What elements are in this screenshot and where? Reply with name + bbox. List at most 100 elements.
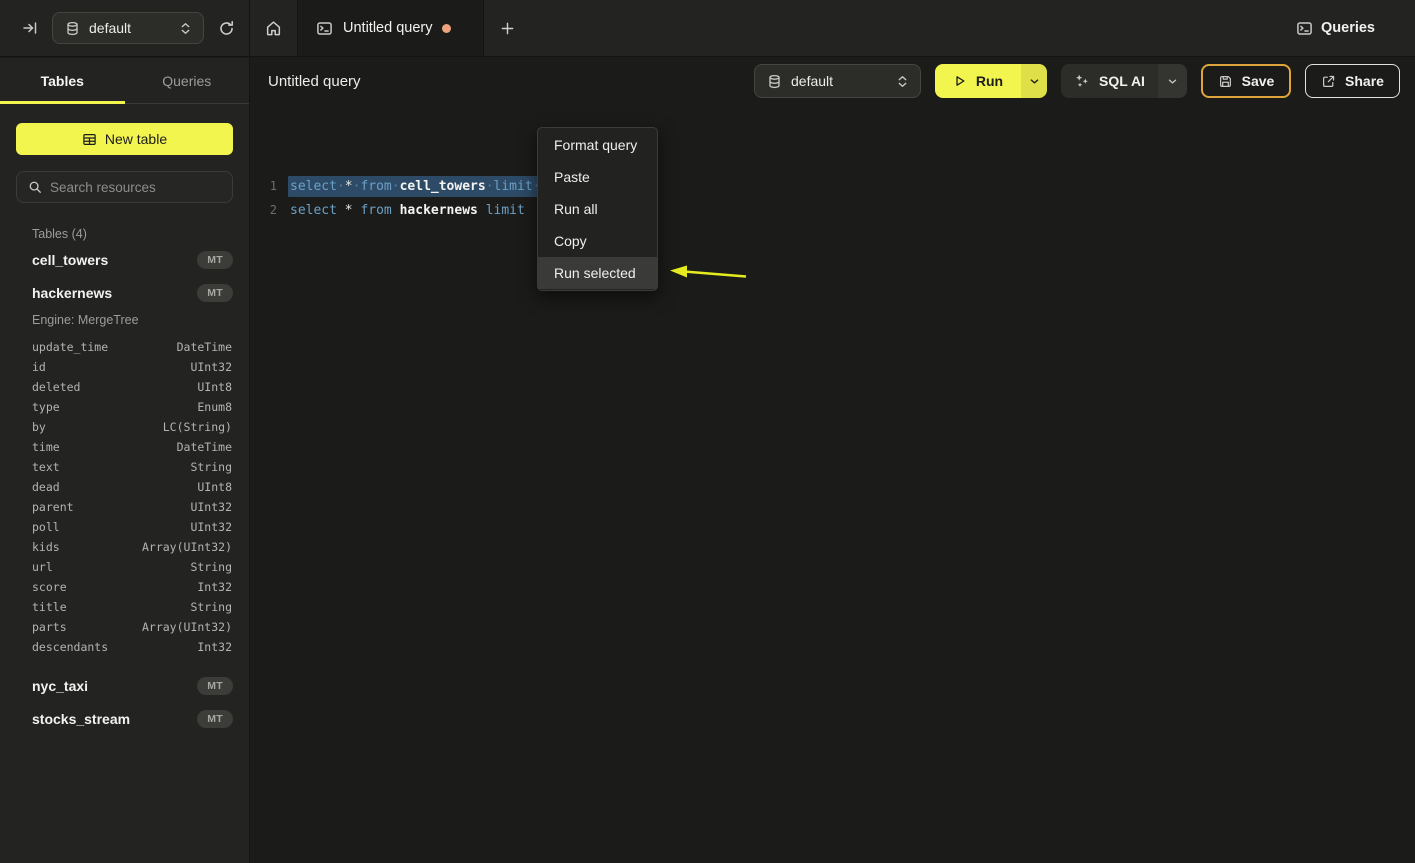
table-row[interactable]: stocks_streamMT — [0, 702, 249, 735]
token-plain: * — [345, 179, 353, 194]
token-sp — [478, 203, 486, 218]
chevron-updown-icon — [897, 75, 908, 88]
column-name: type — [32, 400, 197, 414]
table-row[interactable]: hackernewsMT — [0, 276, 249, 309]
home-tab-button[interactable] — [250, 0, 297, 56]
context-menu-item[interactable]: Run selected — [538, 257, 657, 289]
column-type: LC(String) — [163, 420, 232, 434]
terminal-icon — [316, 20, 333, 37]
column-row: update_timeDateTime — [0, 337, 249, 357]
column-type: UInt8 — [197, 380, 232, 394]
sql-ai-button-group: SQL AI — [1061, 64, 1187, 98]
run-button-label: Run — [976, 73, 1003, 89]
query-tab-title: Untitled query — [343, 20, 432, 36]
database-icon — [767, 74, 782, 89]
token-dot: · — [486, 179, 494, 194]
engine-badge: MT — [197, 677, 233, 695]
column-type: Enum8 — [197, 400, 232, 414]
column-type: Array(UInt32) — [142, 540, 232, 554]
token-kw: from — [360, 203, 391, 218]
run-button[interactable]: Run — [935, 64, 1021, 98]
token-sp — [392, 203, 400, 218]
query-tab[interactable]: Untitled query — [297, 0, 484, 56]
share-icon — [1321, 74, 1336, 89]
save-button[interactable]: Save — [1201, 64, 1291, 98]
column-row: descendantsInt32 — [0, 637, 249, 657]
context-menu: Format queryPasteRun allCopyRun selected — [537, 127, 658, 291]
run-options-dropdown[interactable] — [1021, 64, 1047, 98]
code-line[interactable]: 2select * from hackernews limit — [251, 198, 1415, 222]
queries-icon — [1296, 20, 1313, 37]
column-row: idUInt32 — [0, 357, 249, 377]
table-name: nyc_taxi — [32, 678, 197, 694]
query-title: Untitled query — [268, 73, 754, 90]
column-type: UInt32 — [190, 520, 232, 534]
queries-panel-button[interactable]: Queries — [1296, 20, 1415, 37]
sidebar-tabs: Tables Queries — [0, 58, 249, 104]
column-type: DateTime — [177, 340, 232, 354]
column-type: String — [190, 560, 232, 574]
column-row: textString — [0, 457, 249, 477]
column-row: scoreInt32 — [0, 577, 249, 597]
database-selector-value: default — [89, 20, 171, 36]
sql-ai-button[interactable]: SQL AI — [1061, 64, 1158, 98]
search-input[interactable] — [50, 180, 221, 195]
column-name: url — [32, 560, 190, 574]
column-type: String — [190, 600, 232, 614]
database-selector-toolbar-value: default — [791, 73, 888, 89]
sql-editor[interactable]: 1select·*·from·cell_towers·limit·1002sel… — [251, 162, 1415, 863]
token-dot: · — [392, 179, 400, 194]
token-kw: select — [290, 179, 337, 194]
chevron-down-icon — [1167, 76, 1178, 87]
share-button[interactable]: Share — [1305, 64, 1400, 98]
sql-ai-label: SQL AI — [1099, 73, 1145, 89]
tab-queries[interactable]: Queries — [125, 58, 250, 103]
column-name: descendants — [32, 640, 197, 654]
queries-panel-label: Queries — [1321, 20, 1375, 36]
token-kw: from — [360, 179, 391, 194]
column-type: String — [190, 460, 232, 474]
line-code: select·*·from·cell_towers·limit·100 — [290, 179, 573, 194]
tab-tables-label: Tables — [41, 73, 84, 89]
engine-badge: MT — [197, 251, 233, 269]
collapse-sidebar-icon[interactable] — [22, 20, 38, 36]
column-row: byLC(String) — [0, 417, 249, 437]
column-row: parentUInt32 — [0, 497, 249, 517]
table-row[interactable]: nyc_taxiMT — [0, 669, 249, 702]
main-area: Untitled query default — [251, 58, 1415, 863]
column-name: score — [32, 580, 197, 594]
table-grid-icon — [82, 132, 97, 147]
token-kw: limit — [486, 203, 525, 218]
top-bar-left: default — [0, 0, 250, 56]
new-tab-button[interactable] — [484, 0, 530, 56]
column-row: urlString — [0, 557, 249, 577]
column-type: UInt32 — [190, 500, 232, 514]
context-menu-item[interactable]: Paste — [538, 161, 657, 193]
token-sp — [337, 203, 345, 218]
database-selector-toolbar[interactable]: default — [754, 64, 921, 98]
selection-highlight: select·*·from·cell_towers·limit·100 — [288, 176, 573, 197]
table-engine: Engine: MergeTree — [0, 309, 249, 333]
refresh-icon[interactable] — [218, 20, 235, 37]
table-name: stocks_stream — [32, 711, 197, 727]
sparkles-icon — [1074, 73, 1090, 89]
token-plain: * — [345, 203, 353, 218]
tab-tables[interactable]: Tables — [0, 58, 125, 103]
sql-ai-dropdown[interactable] — [1158, 64, 1187, 98]
context-menu-item[interactable]: Format query — [538, 129, 657, 161]
line-code: select * from hackernews limit — [290, 203, 533, 218]
context-menu-item[interactable]: Run all — [538, 193, 657, 225]
column-name: id — [32, 360, 190, 374]
code-line[interactable]: 1select·*·from·cell_towers·limit·100 — [251, 174, 1415, 198]
column-row: partsArray(UInt32) — [0, 617, 249, 637]
column-type: Array(UInt32) — [142, 620, 232, 634]
column-name: parent — [32, 500, 190, 514]
new-table-button[interactable]: New table — [16, 123, 233, 155]
context-menu-item[interactable]: Copy — [538, 225, 657, 257]
line-number: 1 — [251, 179, 277, 193]
search-box — [16, 171, 233, 203]
database-selector[interactable]: default — [52, 12, 204, 44]
table-row[interactable]: cell_towersMT — [0, 243, 249, 276]
column-row: pollUInt32 — [0, 517, 249, 537]
token-kw: limit — [494, 179, 533, 194]
